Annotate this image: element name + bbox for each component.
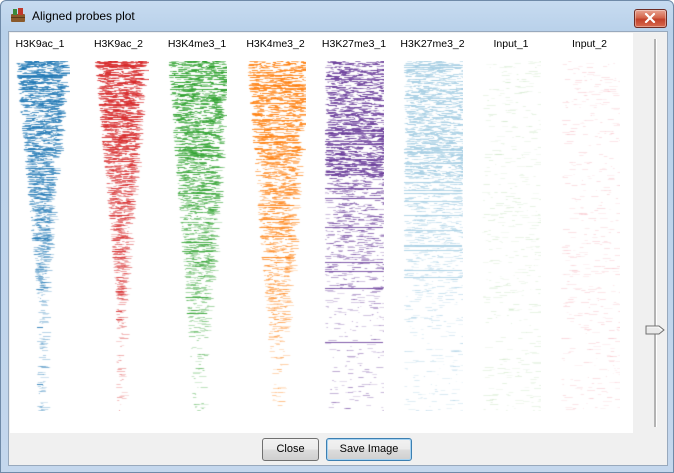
save-image-button[interactable]: Save Image bbox=[326, 438, 412, 461]
track-label: H3K27me3_2 bbox=[400, 38, 465, 50]
track-label: H3K9ac_2 bbox=[93, 38, 144, 50]
probe-plot-area: H3K9ac_1 H3K9ac_2 H3K4me3_1 H3K4me3_2 H3K27m… bbox=[10, 33, 633, 433]
probe-track bbox=[402, 61, 463, 411]
track-label: H3K9ac_1 bbox=[15, 38, 65, 50]
track-label: H3K27me3_1 bbox=[321, 38, 387, 50]
probe-track bbox=[245, 61, 306, 411]
probe-track bbox=[324, 61, 384, 411]
close-button[interactable]: Close bbox=[262, 438, 319, 461]
close-icon bbox=[644, 13, 656, 23]
probe-track bbox=[10, 61, 70, 411]
slider-zone bbox=[636, 33, 666, 433]
track-label: H3K4me3_1 bbox=[167, 38, 227, 50]
app-icon bbox=[11, 8, 25, 22]
client-area: H3K9ac_1 H3K9ac_2 H3K4me3_1 H3K4me3_2 H3K27m… bbox=[8, 31, 668, 466]
aligned-probes-window: Aligned probes plot H3K9ac_1 H3K9ac_2 H3K4… bbox=[0, 0, 674, 473]
probe-track bbox=[88, 61, 149, 411]
window-title: Aligned probes plot bbox=[32, 9, 135, 23]
track-label: Input_2 bbox=[571, 38, 608, 50]
probe-track bbox=[167, 61, 227, 411]
title-bar: Aligned probes plot bbox=[1, 1, 673, 31]
track-label: H3K4me3_2 bbox=[246, 38, 305, 50]
slider-track[interactable] bbox=[654, 39, 657, 427]
slider-thumb[interactable] bbox=[645, 325, 665, 335]
probe-track bbox=[481, 61, 541, 411]
track-label: Input_1 bbox=[493, 38, 529, 50]
probe-track bbox=[559, 61, 620, 411]
window-close-button[interactable] bbox=[634, 9, 667, 28]
